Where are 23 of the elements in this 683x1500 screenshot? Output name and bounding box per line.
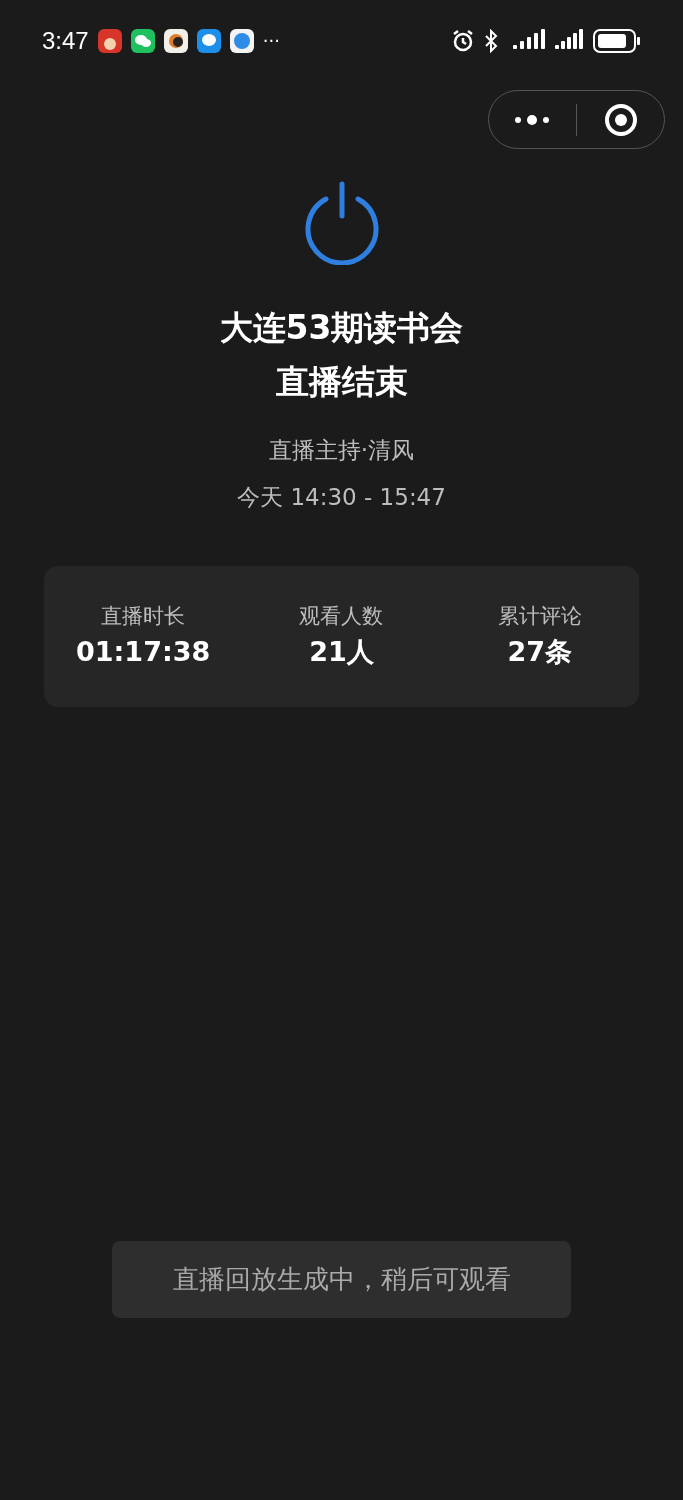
app-icon [163, 29, 188, 53]
more-notifications: ··· [262, 32, 280, 50]
app-icon [130, 29, 155, 53]
target-icon [603, 102, 638, 137]
time-range: 今天 14:30 - 15:47 [237, 482, 446, 512]
more-icon [513, 113, 552, 126]
live-title: 大连53期读书会 [219, 307, 464, 349]
stat-label: 直播时长 [101, 602, 186, 630]
bluetooth-icon [483, 29, 499, 53]
app-icon [97, 29, 122, 53]
stat-value: 21人 [309, 635, 374, 669]
stat-label: 观看人数 [299, 602, 384, 630]
stat-label: 累计评论 [497, 602, 582, 630]
host-name: 直播主持·清风 [268, 436, 415, 465]
app-icon [196, 29, 221, 53]
battery-icon [593, 28, 641, 54]
live-status: 直播结束 [275, 361, 408, 403]
toast: 直播回放生成中，稍后可观看 [112, 1241, 571, 1318]
alarm-icon [451, 29, 475, 53]
stat-value: 01:17:38 [76, 635, 211, 669]
stat-value: 27条 [507, 635, 573, 669]
app-icon [229, 29, 254, 53]
status-time: 3:47 [42, 29, 89, 53]
